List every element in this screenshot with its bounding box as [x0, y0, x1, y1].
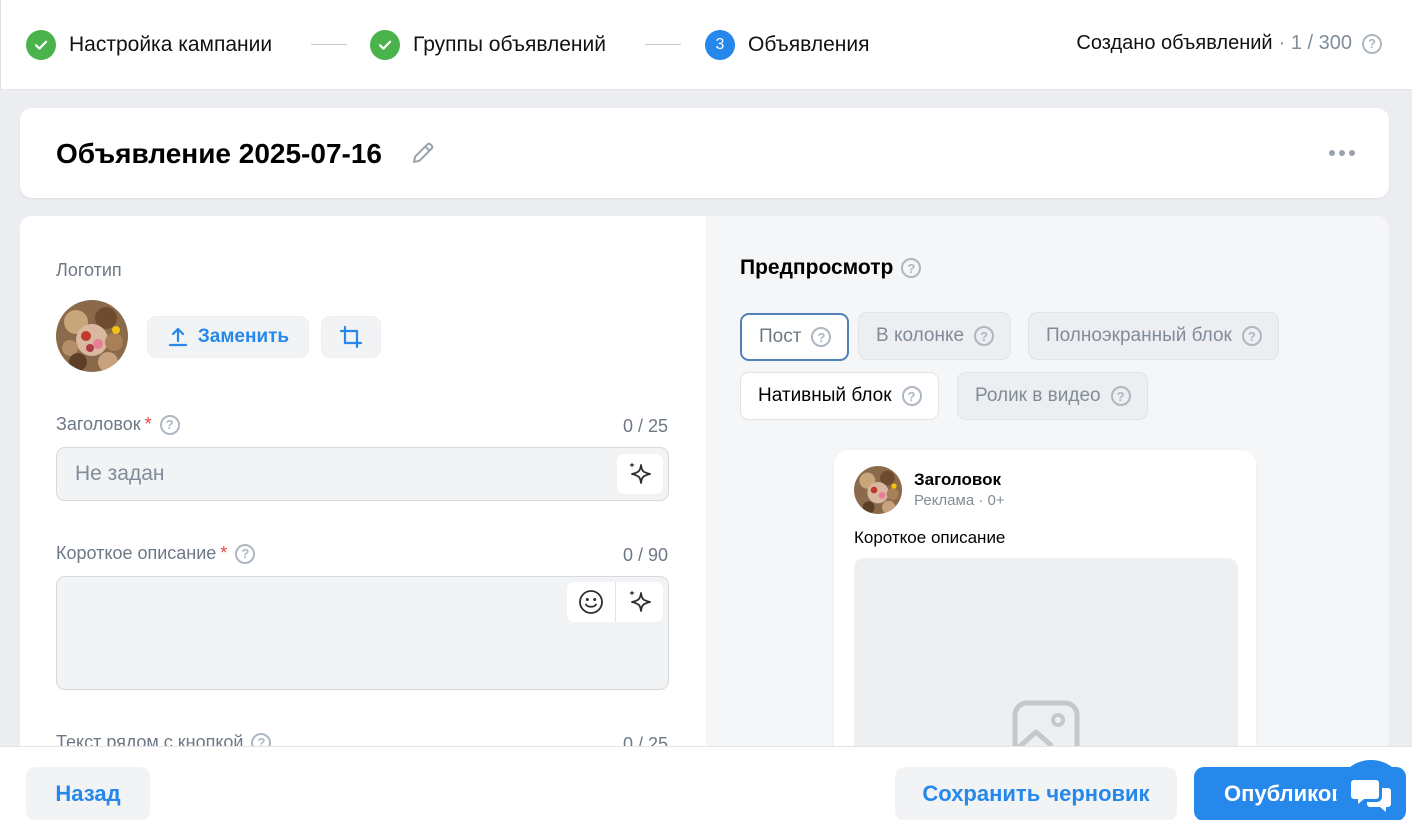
short-description-textarea[interactable]: [56, 576, 669, 690]
help-icon[interactable]: ?: [901, 386, 922, 406]
upload-icon: [168, 327, 187, 347]
required-mark: *: [220, 543, 228, 563]
format-tab-column[interactable]: В колонке ?: [858, 312, 1012, 360]
emoji-icon: [579, 590, 603, 614]
edit-pencil-icon[interactable]: [410, 140, 436, 166]
emoji-button[interactable]: [567, 582, 615, 622]
logo-label: Логотип: [56, 260, 122, 280]
headline-label-text: Заголовок: [56, 414, 141, 434]
post-avatar: [854, 466, 902, 514]
check-icon: [370, 30, 400, 60]
step-label: Настройка кампании: [69, 33, 273, 56]
help-icon[interactable]: ?: [235, 543, 256, 564]
format-tab-label: Нативный блок: [758, 385, 892, 406]
short-description-label: Короткое описание * ?: [56, 543, 256, 564]
more-options-icon[interactable]: [1329, 150, 1355, 156]
help-icon[interactable]: ?: [901, 258, 922, 278]
preview-title: Предпросмотр ?: [740, 256, 922, 280]
check-icon: [26, 30, 56, 60]
headline-input[interactable]: Не задан: [56, 447, 669, 501]
ad-form: Логотип Заменить Заголовок * ? 0 / 25 Не…: [20, 216, 706, 776]
replace-logo-button[interactable]: Заменить: [147, 316, 309, 358]
ai-generate-button[interactable]: [617, 454, 663, 494]
sparkle-icon: [628, 590, 651, 612]
format-tab-fullscreen[interactable]: Полноэкранный блок ?: [1028, 312, 1279, 360]
format-tab-label: В колонке: [876, 325, 965, 346]
crop-logo-button[interactable]: [321, 316, 381, 358]
format-tab-native[interactable]: Нативный блок ?: [740, 372, 939, 420]
post-image-placeholder: [854, 558, 1238, 776]
headline-counter: 0 / 25: [622, 416, 668, 436]
ad-title: Объявление 2025-07-16: [56, 138, 382, 169]
required-mark: *: [144, 414, 152, 434]
campaign-stepper: Настройка кампании Группы объявлений 3 О…: [0, 0, 1412, 90]
format-tab-video[interactable]: Ролик в видео ?: [957, 372, 1148, 420]
ad-editor: Логотип Заменить Заголовок * ? 0 / 25 Не…: [20, 216, 1389, 776]
help-icon[interactable]: ?: [811, 327, 832, 347]
ai-generate-button[interactable]: [615, 582, 663, 622]
headline-label: Заголовок * ?: [56, 414, 180, 435]
replace-logo-label: Заменить: [197, 326, 290, 347]
short-description-counter: 0 / 90: [622, 545, 668, 565]
preview-title-text: Предпросмотр: [740, 256, 894, 279]
step-ads[interactable]: 3 Объявления: [705, 30, 869, 60]
help-icon[interactable]: ?: [974, 326, 995, 346]
save-draft-button[interactable]: Сохранить черновик: [895, 767, 1177, 820]
help-icon[interactable]: ?: [1362, 33, 1382, 54]
sparkle-icon: [629, 462, 651, 484]
post-title: Заголовок: [914, 470, 1002, 489]
ads-created-counter: Создано объявлений · 1 / 300 ?: [1076, 32, 1382, 55]
step-connector: [311, 44, 347, 45]
crop-icon: [339, 325, 363, 349]
back-button[interactable]: Назад: [26, 767, 150, 820]
post-description: Короткое описание: [854, 528, 1006, 547]
step-label: Объявления: [748, 33, 870, 56]
step-ad-groups[interactable]: Группы объявлений: [370, 30, 606, 60]
step-number-badge: 3: [705, 30, 735, 60]
help-icon[interactable]: ?: [1241, 326, 1262, 346]
post-subtitle: Реклама · 0+: [914, 492, 1005, 509]
short-description-label-text: Короткое описание: [56, 543, 217, 563]
ad-title-card: Объявление 2025-07-16: [20, 108, 1389, 198]
post-preview: Заголовок Реклама · 0+ Короткое описание: [834, 450, 1256, 776]
logo-image: [56, 300, 128, 372]
step-campaign-settings[interactable]: Настройка кампании: [26, 30, 272, 60]
help-icon[interactable]: ?: [159, 414, 180, 435]
format-tab-label: Пост: [759, 326, 802, 347]
step-connector: [645, 44, 681, 45]
headline-placeholder: Не задан: [75, 462, 165, 485]
counter-label: Создано объявлений: [1076, 32, 1273, 54]
counter-value: · 1 / 300: [1278, 32, 1352, 54]
format-tab-post[interactable]: Пост ?: [740, 313, 850, 361]
footer-action-bar: Назад Сохранить черновик Опубликовать: [0, 746, 1412, 820]
format-tab-label: Ролик в видео: [975, 385, 1101, 406]
format-tab-label: Полноэкранный блок: [1046, 325, 1232, 346]
ad-preview-panel: Предпросмотр ? Пост ? В колонке ? Полноэ…: [706, 216, 1389, 776]
chat-bubbles-icon: [1351, 780, 1391, 812]
step-label: Группы объявлений: [413, 33, 606, 56]
help-icon[interactable]: ?: [1110, 386, 1131, 406]
